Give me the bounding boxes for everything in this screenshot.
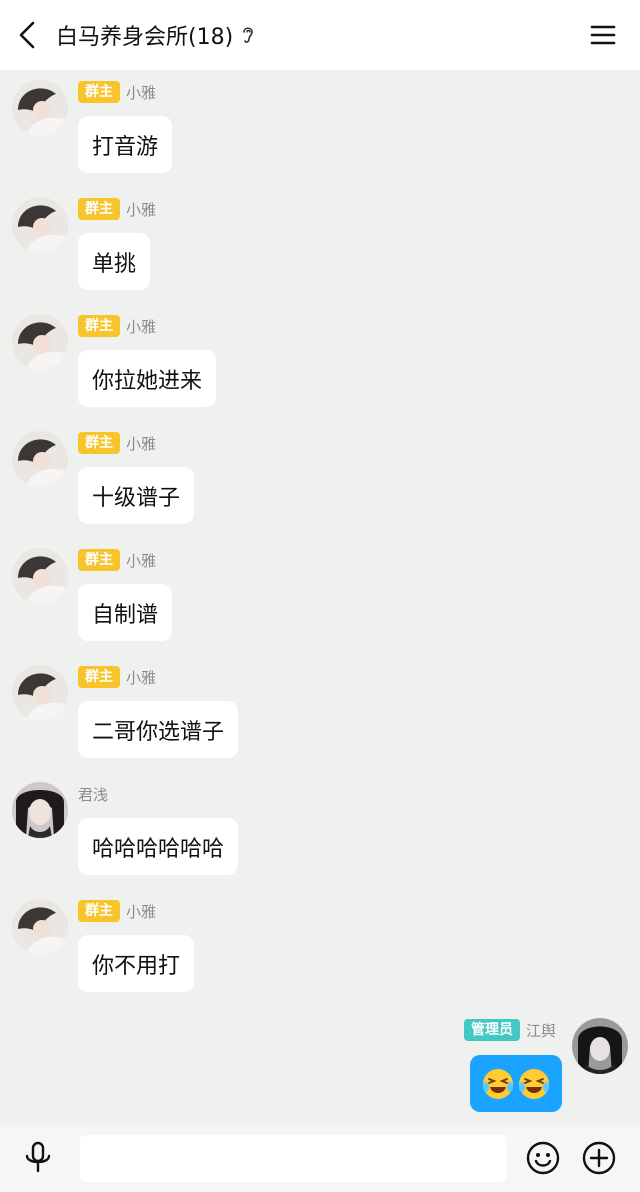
message-bubble[interactable]: 你不用打 — [78, 935, 195, 992]
ear-icon — [243, 27, 253, 43]
sender-name: 小雅 — [126, 902, 157, 921]
avatar[interactable] — [12, 80, 68, 136]
laughing-face-icon — [483, 1068, 513, 1099]
avatar[interactable] — [12, 782, 68, 838]
owner-badge: 群主 — [78, 81, 120, 103]
group-title: 白马养身会所(18) — [56, 25, 234, 50]
avatar[interactable] — [12, 899, 68, 955]
message-bubble[interactable]: 单挑 — [78, 233, 151, 290]
sender-name: 小雅 — [126, 83, 157, 102]
sender-name: 江舆 — [525, 1021, 556, 1040]
owner-badge: 群主 — [78, 549, 120, 571]
menu-button[interactable] — [588, 20, 618, 50]
message-item: 群主 小雅 你不用打 — [0, 889, 640, 1006]
message-list[interactable]: 群主 小雅 打音游 群主 小雅 单挑 群主 小雅 你拉她进来 群主 小雅 十级谱… — [0, 70, 640, 1125]
message-item: 群主 小雅 自制谱 — [0, 538, 640, 655]
message-item: 群主 小雅 二哥你选谱子 — [0, 655, 640, 772]
avatar[interactable] — [12, 431, 68, 487]
message-bubble[interactable]: 二哥你选谱子 — [78, 701, 239, 758]
emoji-button[interactable] — [524, 1139, 562, 1177]
message-bubble[interactable]: 打音游 — [78, 116, 173, 173]
self-avatar[interactable] — [572, 1018, 628, 1074]
chevron-left-icon — [19, 21, 35, 49]
self-message-bubble[interactable] — [470, 1055, 562, 1112]
avatar[interactable] — [12, 548, 68, 604]
owner-badge: 群主 — [78, 432, 120, 454]
message-item: 群主 小雅 你拉她进来 — [0, 304, 640, 421]
message-input[interactable] — [80, 1135, 506, 1182]
message-item: 群主 小雅 十级谱子 — [0, 421, 640, 538]
owner-badge: 群主 — [78, 198, 120, 220]
owner-badge: 群主 — [78, 666, 120, 688]
plus-circle-icon — [582, 1141, 616, 1175]
more-button[interactable] — [580, 1139, 618, 1177]
message-item: 群主 小雅 单挑 — [0, 187, 640, 304]
hamburger-menu-icon — [590, 25, 616, 45]
sender-name: 小雅 — [126, 200, 157, 219]
sender-name: 小雅 — [126, 668, 157, 687]
message-bubble[interactable]: 哈哈哈哈哈哈 — [78, 818, 239, 875]
message-item: 群主 小雅 打音游 — [0, 70, 640, 187]
smiley-icon — [526, 1141, 560, 1175]
sender-name: 君浅 — [78, 785, 109, 804]
owner-badge: 群主 — [78, 315, 120, 337]
message-bubble[interactable]: 你拉她进来 — [78, 350, 217, 407]
laughing-face-icon — [519, 1068, 549, 1099]
back-button[interactable] — [10, 17, 44, 53]
sender-name: 小雅 — [126, 551, 157, 570]
avatar[interactable] — [12, 314, 68, 370]
owner-badge: 群主 — [78, 900, 120, 922]
sender-name: 小雅 — [126, 434, 157, 453]
avatar[interactable] — [12, 665, 68, 721]
chat-title-area[interactable]: 白马养身会所(18) — [56, 20, 255, 50]
chat-header: 白马养身会所(18) — [0, 0, 640, 70]
input-bar — [0, 1125, 640, 1192]
self-message-meta: 管理员 江舆 — [463, 1018, 556, 1042]
message-bubble[interactable]: 自制谱 — [78, 584, 173, 641]
admin-badge: 管理员 — [463, 1019, 520, 1041]
message-bubble[interactable]: 十级谱子 — [78, 467, 195, 524]
message-item: 君浅 哈哈哈哈哈哈 — [0, 772, 640, 889]
microphone-icon — [25, 1141, 51, 1173]
sender-name: 小雅 — [126, 317, 157, 336]
voice-button[interactable] — [20, 1140, 56, 1176]
avatar[interactable] — [12, 197, 68, 253]
